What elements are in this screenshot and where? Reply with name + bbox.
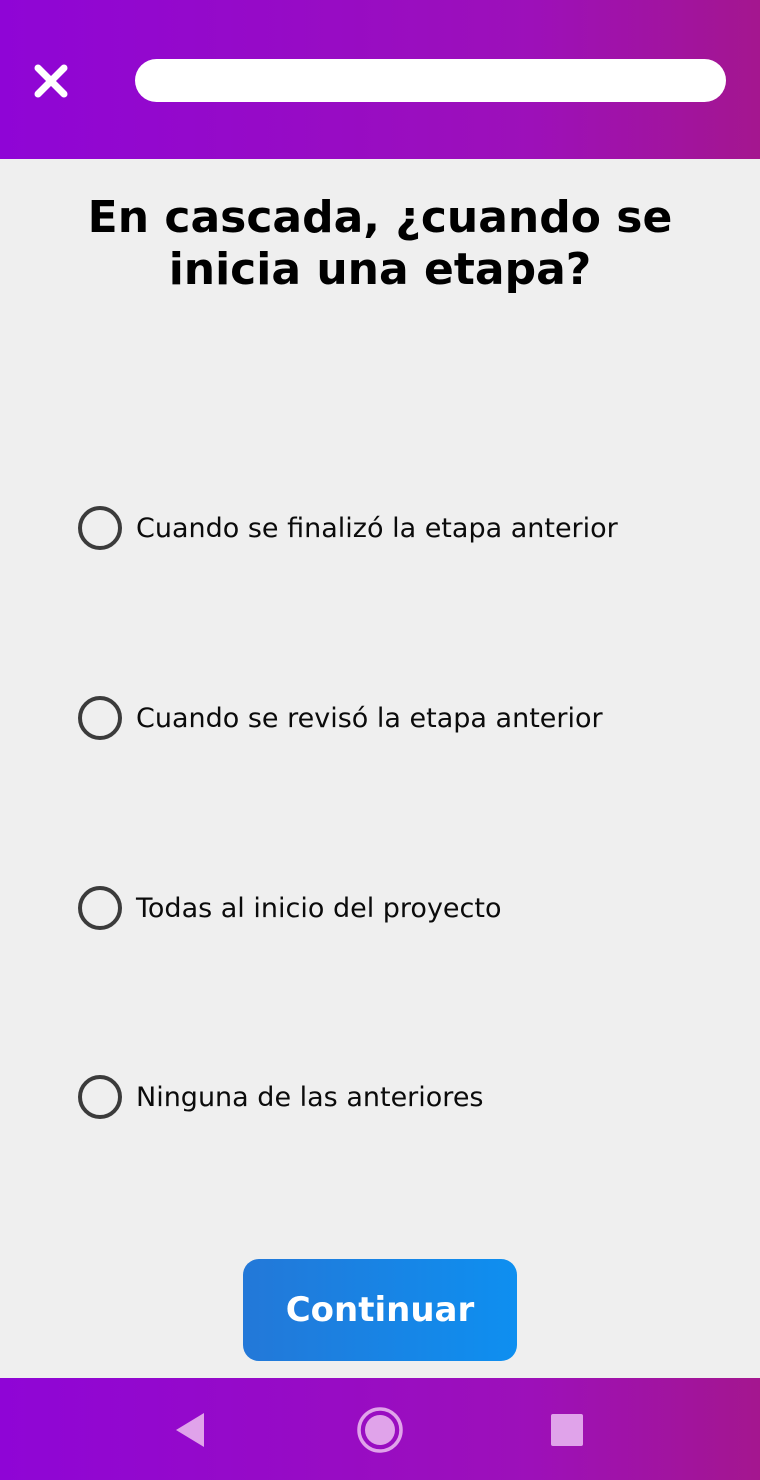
radio-unchecked-icon[interactable]: [78, 886, 122, 930]
answer-option-label: Todas al inicio del proyecto: [136, 892, 502, 924]
radio-unchecked-icon[interactable]: [78, 1075, 122, 1119]
answer-option-1[interactable]: Cuando se finalizó la etapa anterior: [78, 504, 718, 552]
radio-unchecked-icon[interactable]: [78, 696, 122, 740]
nav-back-button[interactable]: [160, 1400, 220, 1460]
system-nav-bar: [0, 1378, 760, 1480]
answer-option-label: Ninguna de las anteriores: [136, 1081, 484, 1113]
close-button[interactable]: [20, 50, 82, 112]
home-circle-icon: [357, 1407, 403, 1453]
nav-home-button[interactable]: [350, 1400, 410, 1460]
recents-square-icon: [551, 1414, 583, 1446]
back-triangle-icon: [176, 1413, 204, 1447]
top-bar: [0, 0, 760, 159]
answer-option-4[interactable]: Ninguna de las anteriores: [78, 1073, 718, 1121]
nav-recents-button[interactable]: [537, 1400, 597, 1460]
radio-unchecked-icon[interactable]: [78, 506, 122, 550]
answer-option-2[interactable]: Cuando se revisó la etapa anterior: [78, 694, 718, 742]
answer-option-3[interactable]: Todas al inicio del proyecto: [78, 884, 718, 932]
progress-bar: [135, 59, 726, 102]
answer-option-label: Cuando se revisó la etapa anterior: [136, 702, 603, 734]
continue-button[interactable]: Continuar: [243, 1259, 517, 1361]
answer-option-label: Cuando se finalizó la etapa anterior: [136, 512, 618, 544]
close-icon: [34, 64, 68, 98]
question-title: En cascada, ¿cuando se inicia una etapa?: [87, 192, 673, 295]
